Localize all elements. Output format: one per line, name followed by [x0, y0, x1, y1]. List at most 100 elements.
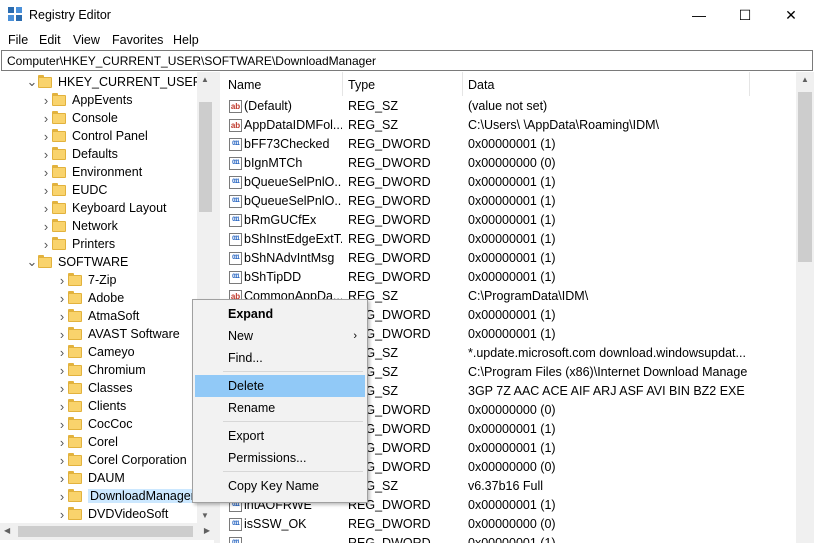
column-divider[interactable] [342, 72, 343, 96]
tree-item[interactable]: › AppEvents [40, 91, 132, 109]
tree-item[interactable]: › DownloadManager [56, 487, 197, 505]
chevron-right-icon[interactable]: › [56, 345, 68, 360]
address-bar[interactable]: Computer\HKEY_CURRENT_USER\SOFTWARE\Down… [1, 50, 813, 71]
chevron-right-icon[interactable]: › [56, 453, 68, 468]
column-data[interactable]: Data [468, 78, 494, 92]
list-vertical-scrollbar[interactable]: ▲ [796, 72, 814, 543]
menu-favorites[interactable]: Favorites [112, 33, 163, 47]
value-row[interactable]: 011 bQueueSelPnlO... REG_DWORD 0x00000001 (… [220, 192, 796, 211]
tree-item[interactable]: › Printers [40, 235, 115, 253]
context-menu-item-expand[interactable]: Expand [195, 303, 365, 325]
minimize-button[interactable]: — [676, 0, 722, 30]
tree-item[interactable]: › EUDC [40, 181, 107, 199]
value-row[interactable]: 011 bShTipDD REG_DWORD 0x00000001 (1) [220, 268, 796, 287]
chevron-right-icon[interactable]: › [40, 147, 52, 162]
value-row[interactable]: 011 bIgnMTCh REG_DWORD 0x00000000 (0) [220, 154, 796, 173]
value-row[interactable]: 011 isSSW_OK REG_DWORD 0x00000000 (0) [220, 515, 796, 534]
column-divider[interactable] [462, 72, 463, 96]
context-menu-item-export[interactable]: Export [195, 425, 365, 447]
tree-item[interactable]: › Control Panel [40, 127, 148, 145]
value-row[interactable]: 011 bShInstEdgeExtT... REG_DWORD 0x00000001… [220, 230, 796, 249]
tree-item[interactable]: › AtmaSoft [56, 307, 139, 325]
tree-item[interactable]: › AVAST Software [56, 325, 180, 343]
menu-file[interactable]: File [8, 33, 28, 47]
chevron-right-icon[interactable]: › [40, 183, 52, 198]
tree-item-label: Adobe [88, 291, 125, 305]
value-row[interactable]: 011 bRmGUCfEx REG_DWORD 0x00000001 (1) [220, 211, 796, 230]
value-row[interactable]: 011 REG_DWORD 0x00000001 (1) [220, 534, 796, 543]
tree-item-label: Network [72, 219, 118, 233]
tree-item[interactable]: › Defaults [40, 145, 118, 163]
chevron-right-icon[interactable]: › [56, 471, 68, 486]
chevron-down-icon[interactable]: ⌄ [26, 74, 38, 90]
context-menu-item-permissions[interactable]: Permissions... [195, 447, 365, 469]
tree-item[interactable]: › Console [40, 109, 118, 127]
tree-item[interactable]: › Cameyo [56, 343, 135, 361]
context-menu-item-copy-key-name[interactable]: Copy Key Name [195, 475, 365, 497]
context-menu-item-new[interactable]: New › [195, 325, 365, 347]
tree-item[interactable]: › Clients [56, 397, 126, 415]
menu-view[interactable]: View [73, 33, 100, 47]
tree-item[interactable]: › Environment [40, 163, 142, 181]
chevron-right-icon[interactable]: › [56, 489, 68, 504]
tree-item[interactable]: ⌄ HKEY_CURRENT_USER [26, 73, 202, 91]
tree-item[interactable]: › Classes [56, 379, 132, 397]
chevron-right-icon[interactable]: › [40, 219, 52, 234]
scroll-left-icon[interactable]: ◀ [4, 526, 10, 535]
tree-item[interactable]: › Adobe [56, 289, 124, 307]
chevron-right-icon[interactable]: › [56, 507, 68, 522]
menu-help[interactable]: Help [173, 33, 199, 47]
chevron-right-icon[interactable]: › [56, 309, 68, 324]
context-menu-item-rename[interactable]: Rename [195, 397, 365, 419]
scroll-up-icon[interactable]: ▲ [201, 75, 209, 84]
chevron-right-icon[interactable]: › [56, 399, 68, 414]
value-row[interactable]: 011 bShNAdvIntMsg REG_DWORD 0x00000001 (1) [220, 249, 796, 268]
tree-item[interactable]: › Keyboard Layout [40, 199, 167, 217]
scroll-right-icon[interactable]: ▶ [204, 526, 210, 535]
column-divider[interactable] [749, 72, 750, 96]
value-row[interactable]: 011 bQueueSelPnlO... REG_DWORD 0x00000001 (… [220, 173, 796, 192]
maximize-button[interactable]: ☐ [722, 0, 768, 30]
close-button[interactable]: ✕ [768, 0, 814, 30]
chevron-right-icon[interactable]: › [56, 381, 68, 396]
value-row[interactable]: 011 bFF73Checked REG_DWORD 0x00000001 (1) [220, 135, 796, 154]
folder-icon [68, 326, 82, 340]
chevron-down-icon[interactable]: ⌄ [26, 254, 38, 270]
chevron-right-icon[interactable]: › [40, 165, 52, 180]
chevron-right-icon[interactable]: › [56, 363, 68, 378]
chevron-right-icon[interactable]: › [40, 237, 52, 252]
column-type[interactable]: Type [348, 78, 375, 92]
chevron-right-icon[interactable]: › [40, 111, 52, 126]
chevron-right-icon[interactable]: › [40, 93, 52, 108]
value-row[interactable]: ab (Default) REG_SZ (value not set) [220, 97, 796, 116]
chevron-right-icon[interactable]: › [56, 417, 68, 432]
context-menu-item-delete[interactable]: Delete [195, 375, 365, 397]
folder-icon [68, 452, 82, 466]
chevron-right-icon[interactable]: › [56, 327, 68, 342]
tree-horizontal-scrollbar[interactable]: ◀ ▶ [0, 523, 214, 540]
value-row[interactable]: ab AppDataIDMFol... REG_SZ C:\Users\ \AppDa… [220, 116, 796, 135]
tree-item[interactable]: › Network [40, 217, 118, 235]
scroll-thumb[interactable] [18, 526, 193, 537]
chevron-right-icon[interactable]: › [56, 273, 68, 288]
tree-item[interactable]: › Chromium [56, 361, 146, 379]
chevron-right-icon[interactable]: › [56, 291, 68, 306]
context-menu-item-find[interactable]: Find... [195, 347, 365, 369]
tree-item[interactable]: › DVDVideoSoft [56, 505, 168, 523]
column-name[interactable]: Name [228, 78, 261, 92]
chevron-right-icon[interactable]: › [56, 435, 68, 450]
scroll-thumb[interactable] [798, 92, 812, 262]
tree-item[interactable]: › Corel Corporation [56, 451, 187, 469]
scroll-up-icon[interactable]: ▲ [801, 75, 809, 84]
scroll-thumb[interactable] [199, 102, 212, 212]
tree-item[interactable]: › 7-Zip [56, 271, 116, 289]
tree-item[interactable]: › DAUM [56, 469, 125, 487]
tree-item[interactable]: › CocCoc [56, 415, 132, 433]
chevron-right-icon[interactable]: › [40, 129, 52, 144]
scroll-down-icon[interactable]: ▼ [201, 511, 209, 520]
tree-item[interactable]: ⌄ SOFTWARE [26, 253, 129, 271]
menu-edit[interactable]: Edit [39, 33, 61, 47]
tree-item[interactable]: › Corel [56, 433, 118, 451]
chevron-right-icon[interactable]: › [40, 201, 52, 216]
folder-icon [68, 506, 82, 520]
